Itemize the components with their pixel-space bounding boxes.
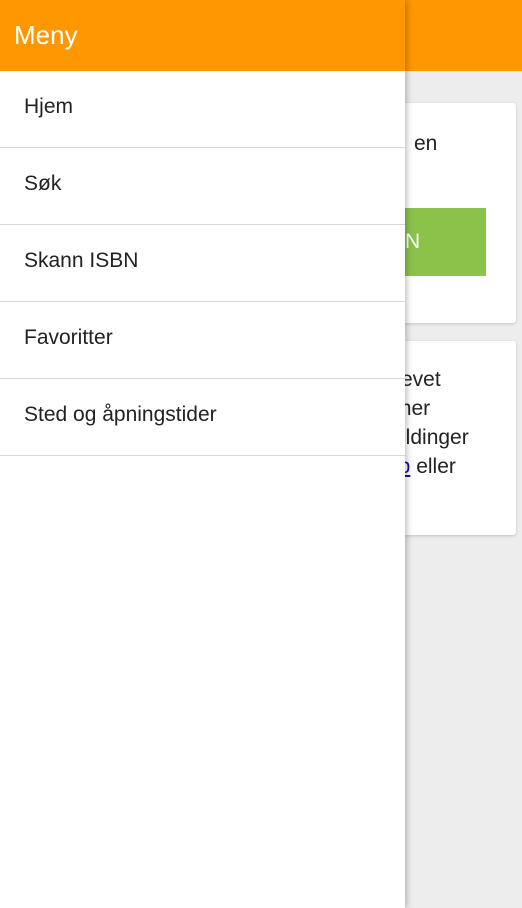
menu-item-label: Skann ISBN (24, 249, 139, 272)
message-after-link: eller (410, 455, 456, 478)
menu-item-label: Søk (24, 172, 62, 195)
menu-item-favorites[interactable]: Favoritter (0, 302, 405, 379)
drawer-title: Meny (14, 20, 78, 50)
message-line: eldinger (394, 426, 469, 449)
drawer-header: Meny (0, 0, 405, 71)
message-line-with-link: ib eller (394, 452, 469, 481)
menu-item-location-hours[interactable]: Sted og åpningstider (0, 379, 405, 456)
menu-item-label: Sted og åpningstider (24, 403, 217, 426)
menu-item-label: Hjem (24, 95, 74, 118)
message-line: mer (394, 397, 431, 420)
message-text: revet mer eldinger ib eller (394, 365, 469, 481)
card-action-label: N (405, 230, 421, 253)
menu-item-home[interactable]: Hjem (0, 71, 405, 148)
menu-list: Hjem Søk Skann ISBN Favoritter Sted og å… (0, 71, 405, 456)
menu-item-search[interactable]: Søk (0, 148, 405, 225)
card-text: en (414, 132, 438, 155)
menu-item-label: Favoritter (24, 326, 113, 349)
screen: en N revet mer eldinger ib eller Meny Hj… (0, 0, 522, 908)
navigation-drawer: Meny Hjem Søk Skann ISBN Favoritter Sted… (0, 0, 405, 908)
menu-item-scan-isbn[interactable]: Skann ISBN (0, 225, 405, 302)
message-line: revet (394, 368, 441, 391)
